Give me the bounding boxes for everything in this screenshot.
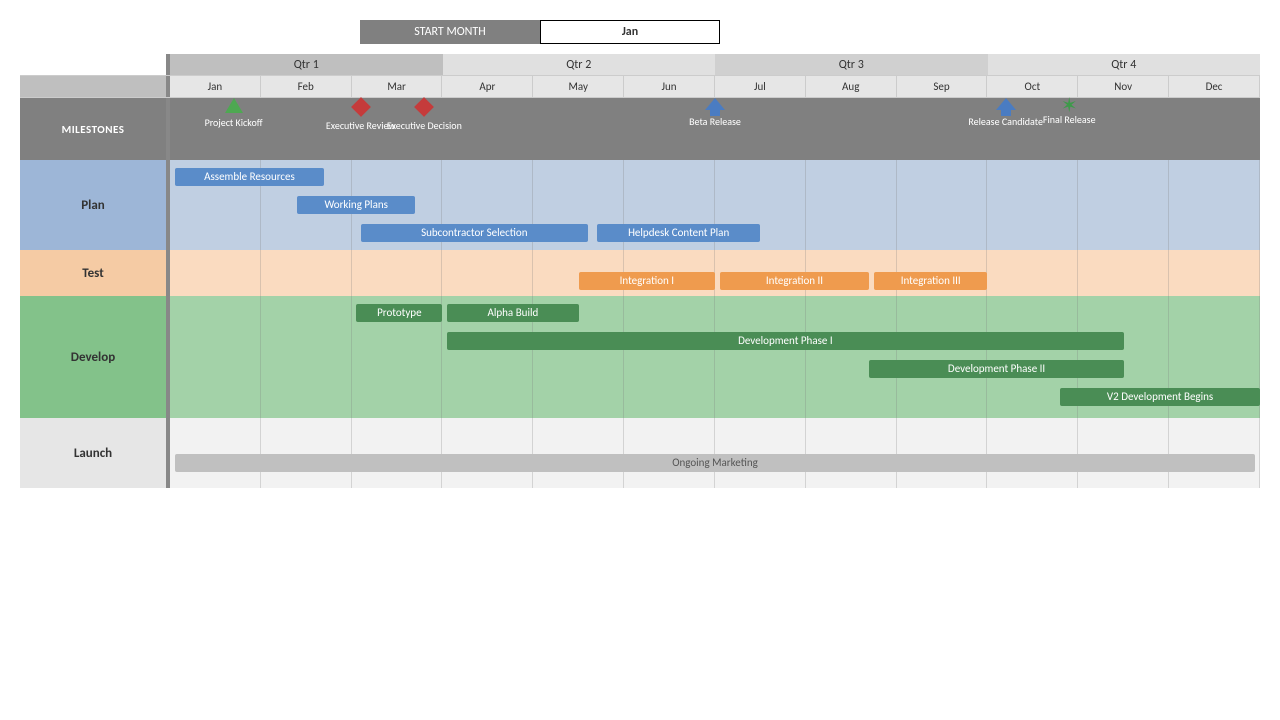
task-bar[interactable]: Integration III bbox=[874, 272, 988, 290]
task-bar[interactable]: Alpha Build bbox=[447, 304, 579, 322]
milestone: Project Kickoff bbox=[194, 98, 274, 129]
swimlane-launch: Launch Ongoing Marketing bbox=[20, 418, 1260, 488]
gantt-chart: START MONTH Jan Qtr 1 Qtr 2 Qtr 3 Qtr 4 … bbox=[20, 20, 1260, 488]
milestone: Beta Release bbox=[675, 98, 755, 128]
task-bar[interactable]: Integration I bbox=[579, 272, 715, 290]
month-mar: Mar bbox=[352, 76, 443, 97]
task-bar[interactable]: Ongoing Marketing bbox=[175, 454, 1256, 472]
lane-develop-area: Prototype Alpha Build Development Phase I D… bbox=[170, 296, 1260, 418]
swimlane-develop-label: Develop bbox=[20, 296, 170, 418]
milestone-label: Executive Decision bbox=[384, 120, 464, 132]
swimlane-plan: Plan Assemble Resources Working Plans Subc… bbox=[20, 160, 1260, 250]
milestones-area: Project KickoffExecutive ReviewExecutive… bbox=[170, 98, 1260, 160]
milestone-label: Project Kickoff bbox=[194, 117, 274, 129]
month-may: May bbox=[533, 76, 624, 97]
task-bar[interactable]: Helpdesk Content Plan bbox=[597, 224, 761, 242]
task-bar[interactable]: Prototype bbox=[356, 304, 442, 322]
month-dec: Dec bbox=[1169, 76, 1260, 97]
milestone: Executive Decision bbox=[384, 98, 464, 132]
quarter-2: Qtr 2 bbox=[443, 54, 716, 75]
lane-launch-area: Ongoing Marketing bbox=[170, 418, 1260, 488]
quarter-3: Qtr 3 bbox=[715, 54, 988, 75]
milestones-row: MILESTONES Project KickoffExecutive Revi… bbox=[20, 98, 1260, 160]
task-bar[interactable]: Subcontractor Selection bbox=[361, 224, 588, 242]
month-feb: Feb bbox=[261, 76, 352, 97]
swimlane-test: Test Integration I Integration IIIntegrat… bbox=[20, 250, 1260, 296]
swimlane-plan-label: Plan bbox=[20, 160, 170, 250]
swimlane-launch-label: Launch bbox=[20, 418, 170, 488]
months-gutter bbox=[20, 76, 170, 97]
month-jan: Jan bbox=[170, 76, 261, 97]
task-bar[interactable]: Assemble Resources bbox=[175, 168, 325, 186]
quarters-gutter bbox=[20, 54, 170, 75]
month-aug: Aug bbox=[806, 76, 897, 97]
start-month-select[interactable]: Jan bbox=[540, 20, 720, 44]
month-jun: Jun bbox=[624, 76, 715, 97]
start-month-control: START MONTH Jan bbox=[360, 20, 1260, 44]
swimlane-test-label: Test bbox=[20, 250, 170, 296]
month-sep: Sep bbox=[897, 76, 988, 97]
task-bar[interactable]: Working Plans bbox=[297, 196, 415, 214]
milestone-label: Final Release bbox=[1029, 114, 1109, 126]
milestone: ✶Final Release bbox=[1029, 98, 1109, 126]
month-apr: Apr bbox=[442, 76, 533, 97]
arrow-icon bbox=[705, 98, 725, 110]
milestone-label: Beta Release bbox=[675, 116, 755, 128]
task-bar[interactable]: Development Phase I bbox=[447, 332, 1124, 350]
quarters-header: Qtr 1 Qtr 2 Qtr 3 Qtr 4 bbox=[20, 54, 1260, 76]
lane-test-area: Integration I Integration IIIntegration I… bbox=[170, 250, 1260, 296]
star-icon: ✶ bbox=[1029, 98, 1109, 114]
milestones-label: MILESTONES bbox=[20, 98, 170, 160]
arrow-icon bbox=[996, 98, 1016, 110]
task-bar[interactable]: V2 Development Begins bbox=[1060, 388, 1260, 406]
diamond-icon bbox=[351, 97, 371, 117]
start-month-label: START MONTH bbox=[360, 20, 540, 44]
task-bar[interactable]: Development Phase II bbox=[869, 360, 1123, 378]
quarter-1: Qtr 1 bbox=[170, 54, 443, 75]
task-bar[interactable]: Integration II bbox=[720, 272, 870, 290]
triangle-icon bbox=[225, 98, 243, 113]
quarter-4: Qtr 4 bbox=[988, 54, 1261, 75]
lane-plan-area: Assemble Resources Working Plans Subcontra… bbox=[170, 160, 1260, 250]
month-jul: Jul bbox=[715, 76, 806, 97]
month-nov: Nov bbox=[1078, 76, 1169, 97]
swimlane-develop: Develop Prototype Alpha Build Development … bbox=[20, 296, 1260, 418]
diamond-icon bbox=[414, 97, 434, 117]
